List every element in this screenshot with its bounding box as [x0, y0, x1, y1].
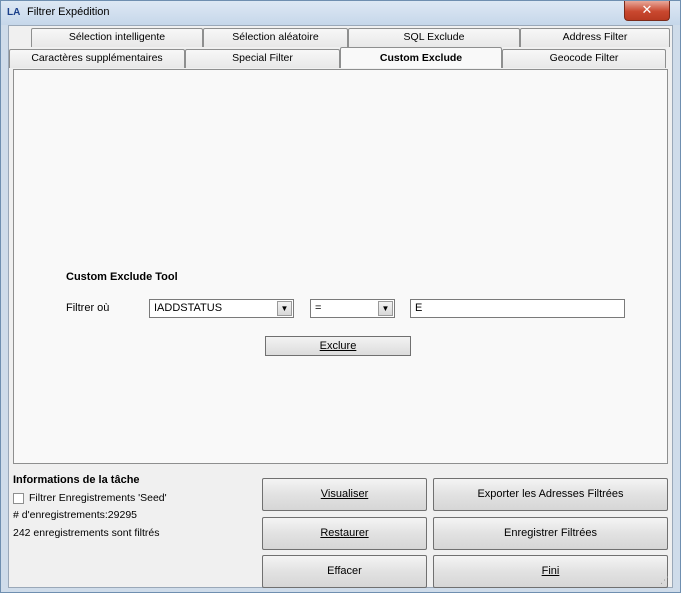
dialog-client-area: Sélection intelligente Sélection aléatoi… [8, 25, 673, 588]
task-info-title: Informations de la tâche [13, 474, 140, 486]
tab-label: Geocode Filter [549, 52, 619, 64]
exclude-button[interactable]: Exclure [265, 336, 411, 356]
operator-select-value: = [315, 302, 322, 314]
title-bar[interactable]: LA Filtrer Expédition ✕ [1, 1, 680, 25]
field-select[interactable]: IADDSTATUS ▼ [149, 299, 294, 318]
tab-label: SQL Exclude [403, 31, 465, 43]
filter-value-text: E [415, 302, 423, 314]
tab-label: Custom Exclude [379, 52, 463, 64]
save-filtered-button[interactable]: Enregistrer Filtrées [433, 517, 668, 550]
tab-selection-intelligente[interactable]: Sélection intelligente [31, 28, 203, 47]
seed-filter-checkbox[interactable] [13, 492, 24, 504]
record-count: # d'enregistrements:29295 [13, 509, 138, 521]
tab-special-filter[interactable]: Special Filter [185, 49, 340, 68]
exclude-button-label: Exclure [319, 340, 357, 352]
tab-row-front: Caractères supplémentaires Special Filte… [9, 47, 666, 68]
tab-address-filter[interactable]: Address Filter [520, 28, 670, 47]
tab-selection-aleatoire[interactable]: Sélection aléatoire [203, 28, 348, 47]
seed-filter-checkbox-row[interactable]: Filtrer Enregistrements 'Seed' [13, 492, 167, 504]
tab-label: Address Filter [562, 31, 628, 43]
tab-sql-exclude[interactable]: SQL Exclude [348, 28, 520, 47]
seed-filter-label: Filtrer Enregistrements 'Seed' [29, 492, 167, 504]
filter-window: LA Filtrer Expédition ✕ Sélection intell… [0, 0, 681, 593]
custom-exclude-tool-title: Custom Exclude Tool [66, 271, 178, 283]
chevron-down-icon[interactable]: ▼ [277, 301, 292, 316]
tab-geocode-filter[interactable]: Geocode Filter [502, 49, 666, 68]
fini-button[interactable]: Fini [433, 555, 668, 588]
app-icon: LA [7, 7, 21, 18]
operator-select[interactable]: = ▼ [310, 299, 395, 318]
field-select-value: IADDSTATUS [154, 302, 223, 314]
effacer-button[interactable]: Effacer [262, 555, 427, 588]
tab-caracteres-supplementaires[interactable]: Caractères supplémentaires [9, 49, 185, 68]
window-title: Filtrer Expédition [27, 6, 110, 18]
fini-label: Fini [541, 565, 560, 577]
filter-where-label: Filtrer où [66, 302, 110, 314]
filter-value-input[interactable]: E [410, 299, 625, 318]
tab-label: Sélection aléatoire [232, 31, 319, 43]
restaurer-button[interactable]: Restaurer [262, 517, 427, 550]
tab-label: Sélection intelligente [68, 31, 166, 43]
close-button[interactable]: ✕ [624, 1, 670, 21]
tab-label: Caractères supplémentaires [31, 52, 163, 64]
visualiser-button[interactable]: Visualiser [262, 478, 427, 511]
save-filtered-label: Enregistrer Filtrées [504, 527, 597, 539]
tab-label: Special Filter [232, 52, 293, 64]
filtered-count: 242 enregistrements sont filtrés [13, 527, 160, 539]
effacer-label: Effacer [327, 565, 362, 577]
export-filtered-label: Exporter les Adresses Filtrées [477, 488, 624, 500]
visualiser-label: Visualiser [320, 488, 369, 500]
tab-row-back: Sélection intelligente Sélection aléatoi… [31, 28, 670, 47]
export-filtered-button[interactable]: Exporter les Adresses Filtrées [433, 478, 668, 511]
close-icon: ✕ [641, 2, 653, 17]
custom-exclude-panel: Custom Exclude Tool Filtrer où IADDSTATU… [13, 69, 668, 464]
restaurer-label: Restaurer [320, 527, 369, 539]
chevron-down-icon[interactable]: ▼ [378, 301, 393, 316]
resize-grip-icon[interactable]: ⋰ [660, 575, 670, 585]
tab-custom-exclude[interactable]: Custom Exclude [340, 47, 502, 68]
